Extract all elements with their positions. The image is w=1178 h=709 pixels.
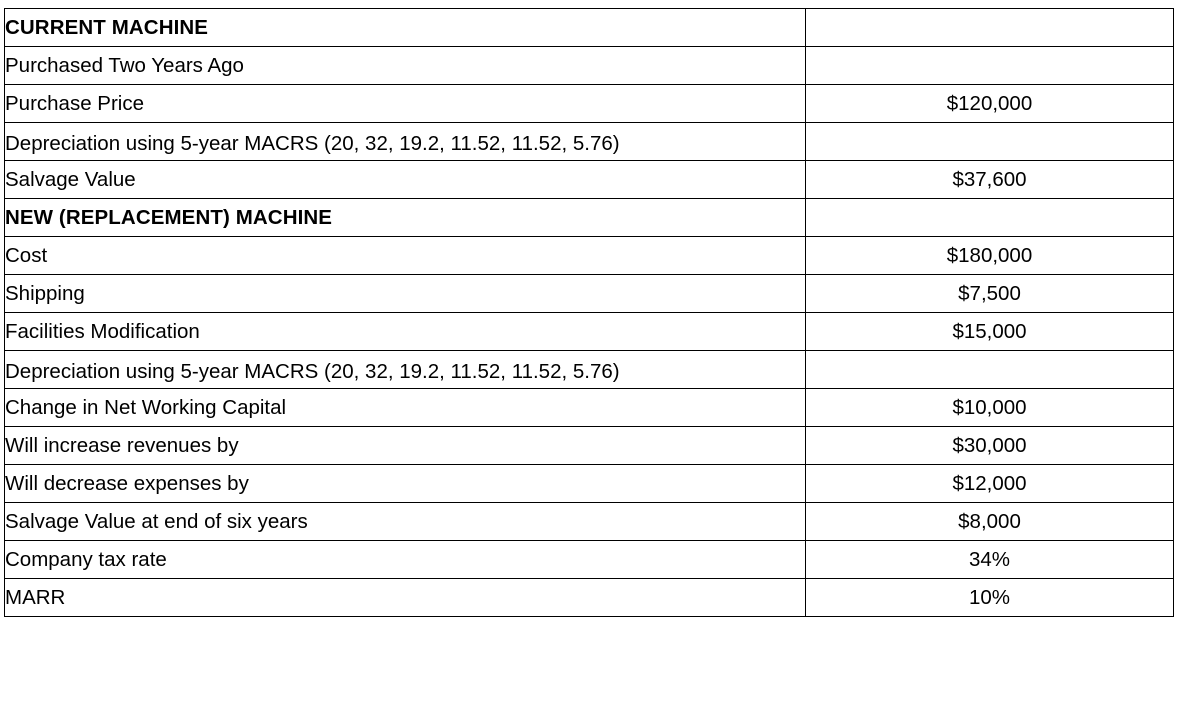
row-label: Shipping: [5, 281, 85, 305]
row-value: [806, 369, 1173, 370]
row-value-cell: $10,000: [805, 388, 1174, 427]
row-label: Purchase Price: [5, 91, 145, 115]
row-value: $30,000: [952, 433, 1027, 457]
row-value-cell: [805, 8, 1174, 47]
row-label: Salvage Value: [5, 167, 136, 191]
row-value: [806, 27, 1173, 28]
row-value-cell: 34%: [805, 540, 1174, 579]
row-value: $120,000: [946, 91, 1033, 115]
row-value: $7,500: [958, 281, 1021, 305]
table-row: Shipping $7,500: [4, 274, 1174, 313]
row-value-cell: $30,000: [805, 426, 1174, 465]
row-value-cell: $15,000: [805, 312, 1174, 351]
row-label: Change in Net Working Capital: [5, 395, 287, 419]
row-label-cell: Salvage Value: [4, 160, 806, 199]
row-label-cell: Cost: [4, 236, 806, 275]
row-value: $10,000: [952, 395, 1027, 419]
row-label-cell: Purchase Price: [4, 84, 806, 123]
row-label-cell: Salvage Value at end of six years: [4, 502, 806, 541]
row-label-cell: Will increase revenues by: [4, 426, 806, 465]
row-label-cell: Company tax rate: [4, 540, 806, 579]
row-label-cell: Change in Net Working Capital: [4, 388, 806, 427]
table-row: Cost $180,000: [4, 236, 1174, 275]
row-label-cell: MARR: [4, 578, 806, 617]
table-row: Purchase Price $120,000: [4, 84, 1174, 123]
row-value-cell: 10%: [805, 578, 1174, 617]
section-header-label: CURRENT MACHINE: [5, 15, 209, 39]
table-row: NEW (REPLACEMENT) MACHINE: [4, 198, 1174, 237]
row-label: Will decrease expenses by: [5, 471, 249, 495]
row-label: Purchased Two Years Ago: [5, 53, 244, 77]
row-value-cell: $12,000: [805, 464, 1174, 503]
row-label-cell: Depreciation using 5-year MACRS (20, 32,…: [4, 122, 806, 161]
section-header-cell: CURRENT MACHINE: [4, 8, 806, 47]
row-value-cell: $120,000: [805, 84, 1174, 123]
table-row: Change in Net Working Capital $10,000: [4, 388, 1174, 427]
section-header-label: NEW (REPLACEMENT) MACHINE: [5, 205, 333, 229]
table-container: CURRENT MACHINE Purchased Two Years Ago Pu…: [4, 8, 1174, 617]
table-row: Company tax rate 34%: [4, 540, 1174, 579]
row-value: [806, 65, 1173, 66]
row-value-cell: $7,500: [805, 274, 1174, 313]
row-value-cell: [805, 46, 1174, 85]
row-label: Company tax rate: [5, 547, 167, 571]
row-value-cell: $180,000: [805, 236, 1174, 275]
row-label: Facilities Modification: [5, 319, 200, 343]
row-label-cell: Facilities Modification: [4, 312, 806, 351]
row-label-cell: Shipping: [4, 274, 806, 313]
row-value: [806, 217, 1173, 218]
row-value: 10%: [968, 585, 1011, 609]
table-row: Facilities Modification $15,000: [4, 312, 1174, 351]
row-value-cell: [805, 350, 1174, 389]
assumptions-table: CURRENT MACHINE Purchased Two Years Ago Pu…: [4, 8, 1174, 617]
page: CURRENT MACHINE Purchased Two Years Ago Pu…: [0, 0, 1178, 709]
table-row: Salvage Value at end of six years $8,000: [4, 502, 1174, 541]
row-value: $180,000: [946, 243, 1033, 267]
table-body: CURRENT MACHINE Purchased Two Years Ago Pu…: [4, 8, 1174, 617]
table-row: CURRENT MACHINE: [4, 8, 1174, 47]
row-value-cell: $8,000: [805, 502, 1174, 541]
table-row: Will increase revenues by $30,000: [4, 426, 1174, 465]
section-header-cell: NEW (REPLACEMENT) MACHINE: [4, 198, 806, 237]
row-label-cell: Purchased Two Years Ago: [4, 46, 806, 85]
row-label-cell: Depreciation using 5-year MACRS (20, 32,…: [4, 350, 806, 389]
row-value: $37,600: [952, 167, 1027, 191]
row-value-cell: [805, 122, 1174, 161]
table-row: Depreciation using 5-year MACRS (20, 32,…: [4, 350, 1174, 389]
row-value-cell: $37,600: [805, 160, 1174, 199]
row-value: $15,000: [952, 319, 1027, 343]
row-label: Depreciation using 5-year MACRS (20, 32,…: [5, 132, 620, 155]
table-row: Salvage Value $37,600: [4, 160, 1174, 199]
table-row: MARR 10%: [4, 578, 1174, 617]
row-label: Salvage Value at end of six years: [5, 509, 308, 533]
row-label-cell: Will decrease expenses by: [4, 464, 806, 503]
row-value: $8,000: [958, 509, 1021, 533]
row-value: 34%: [968, 547, 1011, 571]
row-label: Will increase revenues by: [5, 433, 239, 457]
row-label: Depreciation using 5-year MACRS (20, 32,…: [5, 360, 620, 383]
row-value: $12,000: [952, 471, 1027, 495]
row-value: [806, 141, 1173, 142]
table-row: Will decrease expenses by $12,000: [4, 464, 1174, 503]
table-row: Purchased Two Years Ago: [4, 46, 1174, 85]
table-row: Depreciation using 5-year MACRS (20, 32,…: [4, 122, 1174, 161]
row-label: Cost: [5, 243, 48, 267]
row-label: MARR: [5, 585, 66, 609]
row-value-cell: [805, 198, 1174, 237]
